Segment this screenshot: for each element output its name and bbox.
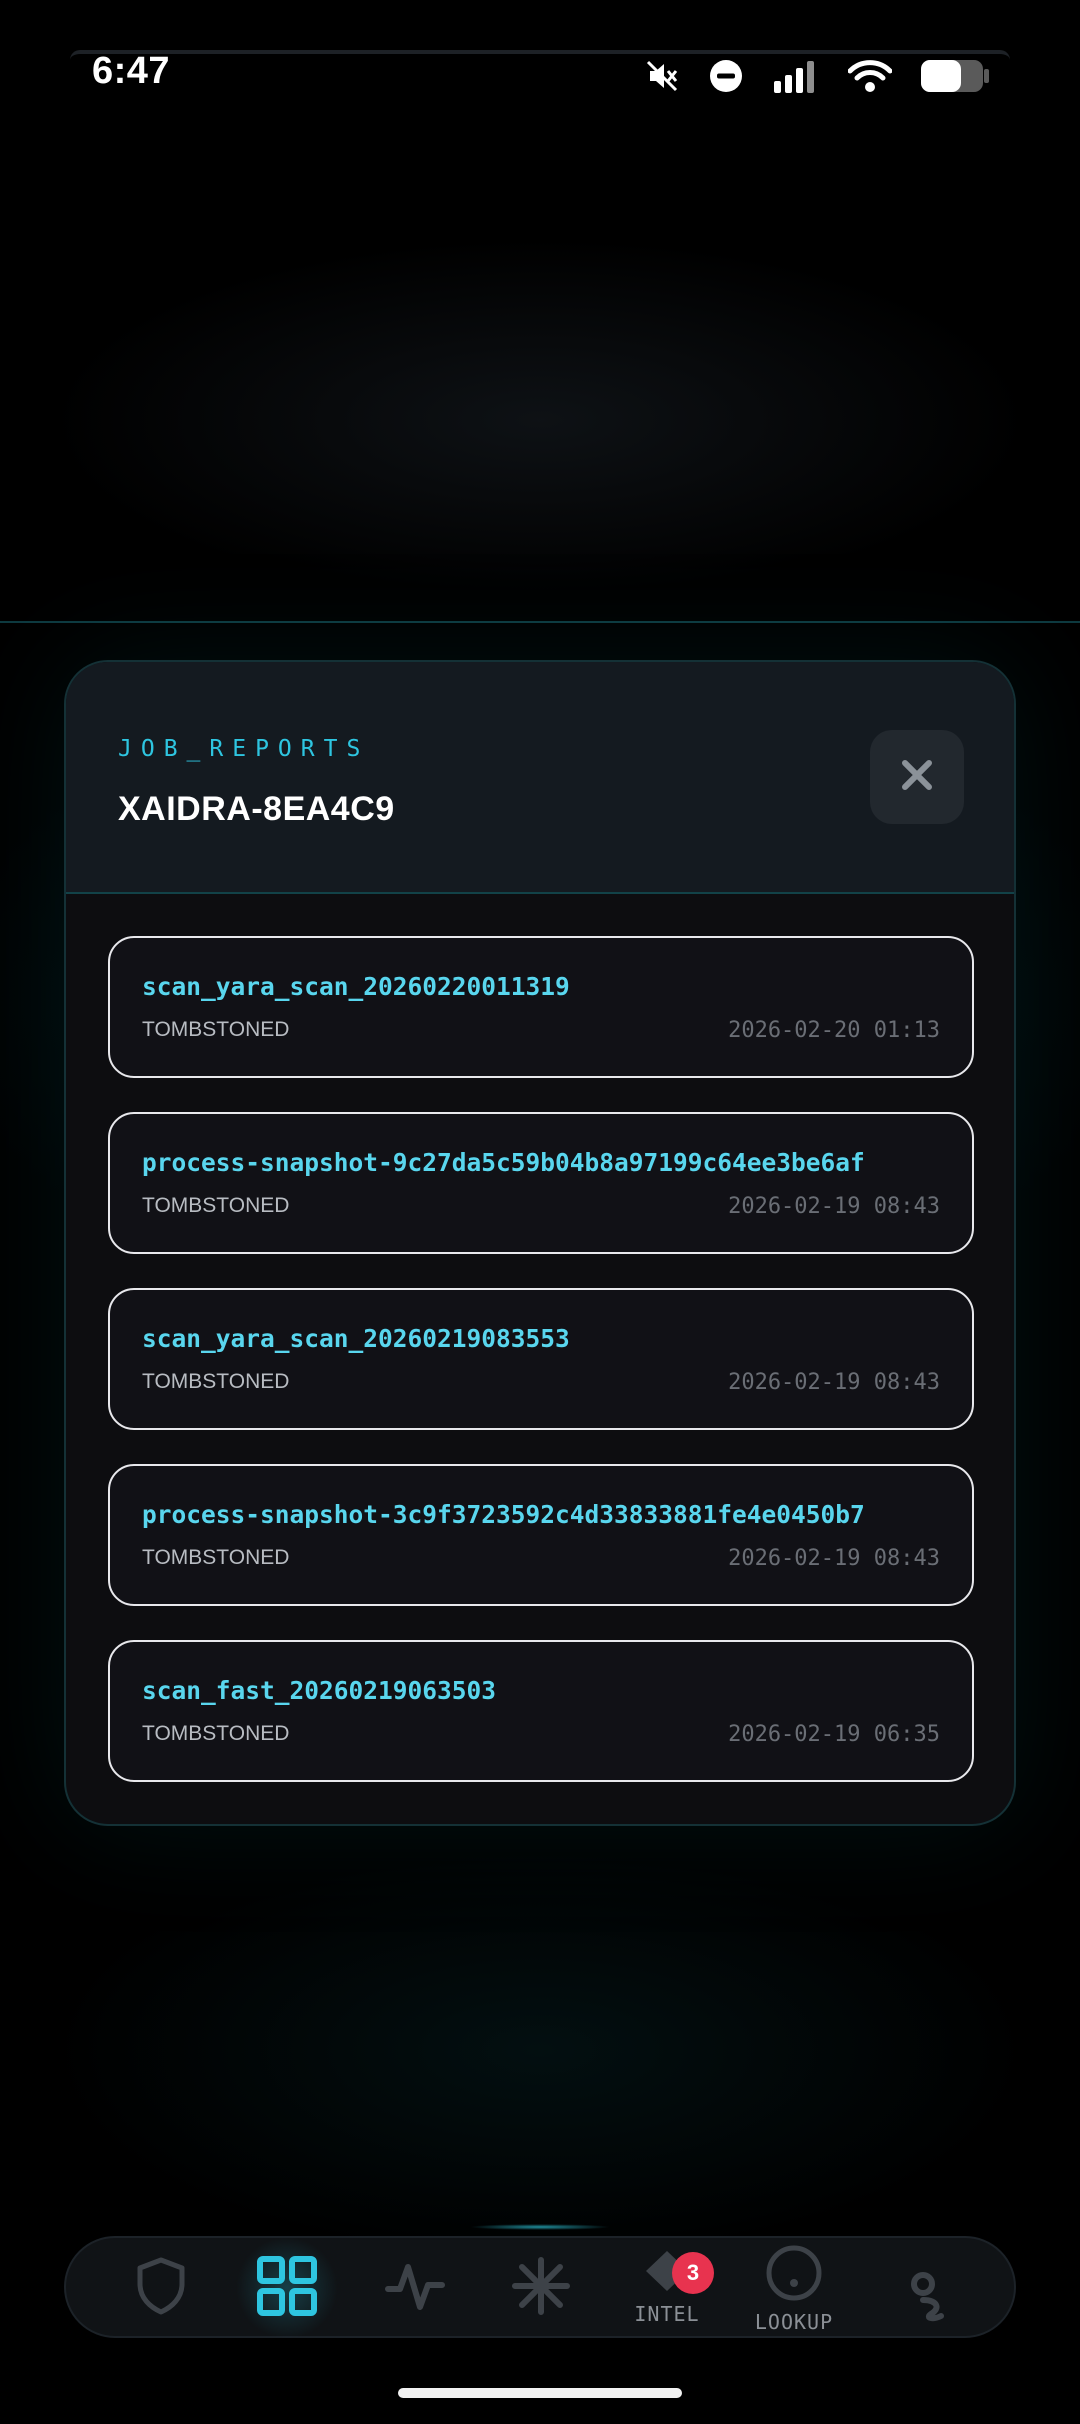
report-status: TOMBSTONED <box>142 1546 290 1569</box>
report-status: TOMBSTONED <box>142 1370 290 1393</box>
shield-icon <box>134 2256 188 2321</box>
nav-item-lookup[interactable]: LOOKUP <box>739 2238 849 2338</box>
signal-icon <box>772 59 820 93</box>
sheet-title: XAIDRA-8EA4C9 <box>118 790 395 828</box>
nav-active-indicator <box>470 2224 610 2230</box>
do-not-disturb-icon <box>708 58 744 94</box>
report-item[interactable]: scan_yara_scan_20260219083553 TOMBSTONED… <box>108 1288 974 1430</box>
grid-icon <box>256 2255 318 2322</box>
asterisk-icon <box>511 2256 571 2321</box>
report-name: process-snapshot-9c27da5c59b04b8a97199c6… <box>142 1148 865 1177</box>
reports-list: scan_yara_scan_20260220011319 TOMBSTONED… <box>108 936 974 1816</box>
nav-item-shield[interactable] <box>106 2238 216 2338</box>
nav-item-activity[interactable] <box>360 2238 470 2338</box>
report-timestamp: 2026-02-19 08:43 <box>728 1370 940 1395</box>
sheet-header: JOB_REPORTS XAIDRA-8EA4C9 <box>66 662 1014 894</box>
report-item[interactable]: process-snapshot-9c27da5c59b04b8a97199c6… <box>108 1112 974 1254</box>
pulse-icon <box>384 2255 446 2322</box>
app-screen: 6:47 JOB_REPORTS XAIDRA-8EA4C9 scan_yara… <box>0 0 1080 2424</box>
nav-item-intel[interactable]: 3 INTEL <box>612 2238 722 2338</box>
status-time: 6:47 <box>92 50 171 92</box>
report-name: process-snapshot-3c9f3723592c4d33833881f… <box>142 1500 865 1529</box>
report-timestamp: 2026-02-19 08:43 <box>728 1546 940 1571</box>
status-bar: 6:47 <box>0 0 1080 120</box>
sheet-kicker: JOB_REPORTS <box>118 736 370 762</box>
scrim-divider <box>0 621 1080 623</box>
nav-item-profile[interactable] <box>874 2238 984 2338</box>
report-item[interactable]: scan_fast_20260219063503 TOMBSTONED 2026… <box>108 1640 974 1782</box>
wifi-icon <box>848 59 892 93</box>
nav-item-asterisk[interactable] <box>486 2238 596 2338</box>
report-status: TOMBSTONED <box>142 1018 290 1041</box>
close-icon <box>901 759 933 796</box>
lookup-icon <box>764 2243 824 2308</box>
nav-label-intel: INTEL <box>634 2301 700 2326</box>
close-button[interactable] <box>870 730 964 824</box>
mute-icon <box>644 58 680 94</box>
bottom-nav: 3 INTEL LOOKUP <box>64 2233 1016 2343</box>
nav-label-lookup: LOOKUP <box>754 2309 834 2334</box>
status-icons <box>644 56 990 96</box>
report-timestamp: 2026-02-19 08:43 <box>728 1194 940 1219</box>
report-name: scan_yara_scan_20260220011319 <box>142 972 570 1001</box>
job-reports-sheet: JOB_REPORTS XAIDRA-8EA4C9 scan_yara_scan… <box>64 660 1016 1826</box>
profile-icon <box>907 2250 951 2327</box>
report-status: TOMBSTONED <box>142 1194 290 1217</box>
report-name: scan_fast_20260219063503 <box>142 1676 497 1705</box>
nav-item-grid[interactable] <box>232 2233 342 2343</box>
intel-badge: 3 <box>672 2252 714 2294</box>
report-timestamp: 2026-02-19 06:35 <box>728 1722 940 1747</box>
report-timestamp: 2026-02-20 01:13 <box>728 1018 940 1043</box>
home-indicator[interactable] <box>398 2388 682 2398</box>
report-item[interactable]: scan_yara_scan_20260220011319 TOMBSTONED… <box>108 936 974 1078</box>
report-status: TOMBSTONED <box>142 1722 290 1745</box>
report-name: scan_yara_scan_20260219083553 <box>142 1324 570 1353</box>
battery-icon <box>920 58 990 94</box>
report-item[interactable]: process-snapshot-3c9f3723592c4d33833881f… <box>108 1464 974 1606</box>
